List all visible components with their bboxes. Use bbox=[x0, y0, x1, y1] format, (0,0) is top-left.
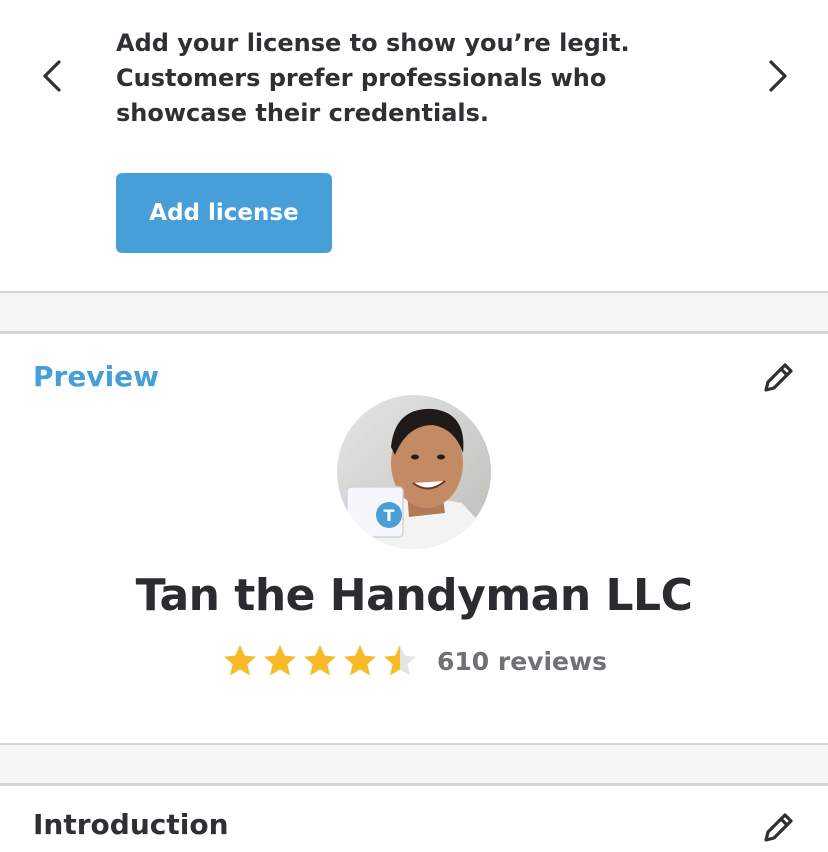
introduction-heading: Introduction bbox=[33, 808, 229, 841]
star-rating bbox=[221, 642, 419, 680]
section-divider bbox=[0, 291, 828, 334]
pencil-icon[interactable] bbox=[758, 808, 798, 848]
add-license-button[interactable]: Add license bbox=[116, 173, 332, 253]
svg-text:T: T bbox=[384, 506, 395, 525]
star-icon bbox=[384, 645, 416, 676]
star-icon bbox=[224, 645, 256, 676]
section-divider bbox=[0, 743, 828, 786]
star-icon bbox=[344, 645, 376, 676]
preview-heading: Preview bbox=[33, 360, 160, 393]
rating-row: 610 reviews bbox=[0, 638, 828, 684]
chevron-right-icon[interactable] bbox=[758, 56, 798, 96]
pencil-icon[interactable] bbox=[758, 358, 798, 398]
reviews-count: 610 reviews bbox=[437, 646, 607, 676]
chevron-left-icon[interactable] bbox=[32, 56, 72, 96]
star-icon bbox=[264, 645, 296, 676]
star-icon bbox=[304, 645, 336, 676]
avatar: T bbox=[337, 395, 491, 549]
license-tip-text: Add your license to show you’re legit. C… bbox=[116, 29, 630, 127]
business-name: Tan the Handyman LLC bbox=[135, 570, 693, 621]
